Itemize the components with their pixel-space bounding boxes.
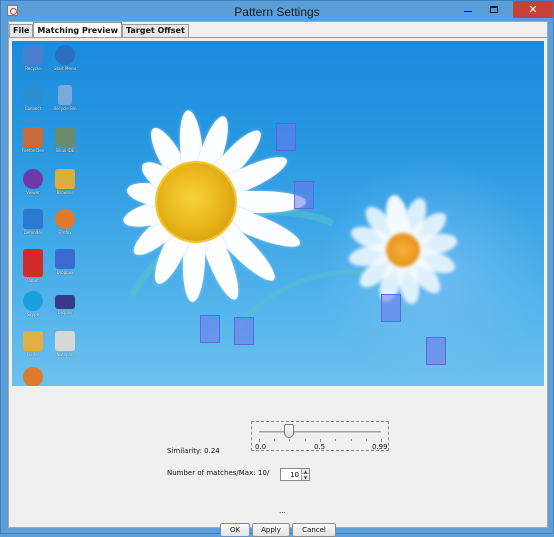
folder-icon xyxy=(23,127,43,147)
slider-tick xyxy=(320,439,321,442)
media-icon xyxy=(23,169,43,189)
recycle-bin-icon xyxy=(58,85,72,105)
skype-icon xyxy=(23,291,43,311)
desktop-icon: Defender xyxy=(18,209,48,247)
close-button[interactable]: ✕ xyxy=(513,1,553,18)
match-highlight[interactable] xyxy=(234,317,254,345)
desktop-icon: Firefox xyxy=(50,209,80,247)
slider-max-label: 0.99 xyxy=(372,443,388,451)
document-icon xyxy=(55,331,75,351)
pattern-settings-window: Pattern Settings ✕ File Matching Preview… xyxy=(0,0,554,537)
slider-tick xyxy=(289,439,290,441)
slider-thumb[interactable] xyxy=(283,424,294,438)
desktop-icon: Firefox Dev xyxy=(18,127,48,165)
slider-tick xyxy=(351,439,352,441)
firefox-icon xyxy=(55,209,75,229)
spin-down-button[interactable]: ▼ xyxy=(301,475,309,480)
desktop-icon: Viewer xyxy=(18,169,48,207)
tab-target-offset[interactable]: Target Offset xyxy=(121,24,189,38)
app-icon xyxy=(23,45,43,65)
tab-file[interactable]: File xyxy=(9,24,34,38)
ok-button[interactable]: OK xyxy=(220,523,250,537)
lightning-icon xyxy=(55,45,75,65)
match-highlight[interactable] xyxy=(294,181,314,209)
max-matches-spinner[interactable]: ▲ ▼ xyxy=(280,468,310,481)
maximize-button[interactable] xyxy=(481,1,507,18)
screen-icon xyxy=(55,295,75,309)
desktop-icon: Connect xyxy=(18,85,48,123)
desktop-icon: Recycle xyxy=(18,45,48,83)
box-icon xyxy=(55,249,75,269)
desktop-icon: Notepad xyxy=(50,331,80,369)
tab-matching-preview[interactable]: Matching Preview xyxy=(33,22,122,38)
slider-tick xyxy=(274,439,275,441)
matches-label: Number of matches/Max: xyxy=(167,469,256,477)
dialog-body: File Matching Preview Target Offset Recy… xyxy=(8,21,548,537)
desktop-icon: Browser xyxy=(50,169,80,207)
desktop-icon xyxy=(18,367,48,386)
desktop-icon: Start Menu xyxy=(50,45,80,83)
matching-preview-panel: Recycle Start Menu Connect Recycle Bin F… xyxy=(9,37,547,537)
similarity-label: Similarity: 0.24 xyxy=(167,447,220,455)
slider-tick xyxy=(366,439,367,441)
desktop-icon: Skype xyxy=(18,291,48,329)
close-icon: ✕ xyxy=(528,3,538,16)
apply-button[interactable]: Apply xyxy=(252,523,290,537)
desktop-icon: Folder xyxy=(18,331,48,369)
screenshot-preview: Recycle Start Menu Connect Recycle Bin F… xyxy=(12,41,544,386)
firefox-icon xyxy=(23,367,43,386)
slider-tick xyxy=(381,439,382,442)
mail-icon xyxy=(55,169,75,189)
shield-icon xyxy=(23,209,43,229)
robot-icon xyxy=(23,249,43,277)
match-highlight[interactable] xyxy=(200,315,220,343)
monitor-icon xyxy=(55,127,75,147)
slider-tick xyxy=(259,439,260,442)
status-text: ... xyxy=(279,507,286,515)
desktop-icon: Sikuli IDE xyxy=(50,127,80,165)
minimize-button[interactable] xyxy=(455,1,481,18)
slider-tick xyxy=(335,439,336,441)
desktop-icon: Dropbox xyxy=(50,249,80,287)
desktop-icon: Recycle Bin xyxy=(50,85,80,123)
title-bar[interactable]: Pattern Settings ✕ xyxy=(1,1,553,21)
match-highlight[interactable] xyxy=(276,123,296,151)
slider-mid-label: 0.5 xyxy=(314,443,326,451)
match-highlight[interactable] xyxy=(381,294,401,322)
desktop-icon: Robot xyxy=(18,249,48,287)
spin-up-button[interactable]: ▲ xyxy=(301,469,309,474)
similarity-slider[interactable]: 0.0 0.5 0.99 xyxy=(251,421,389,451)
tab-strip: File Matching Preview Target Offset xyxy=(9,22,189,38)
desktop-icon: Display xyxy=(50,291,80,329)
minimize-icon xyxy=(464,11,472,12)
matches-count: 10/ xyxy=(258,469,270,477)
match-highlight[interactable] xyxy=(426,337,446,365)
slider-min-label: 0.0 xyxy=(255,443,267,451)
feather-icon xyxy=(23,85,43,105)
folder-icon xyxy=(23,331,43,351)
cancel-button[interactable]: Cancel xyxy=(292,523,336,537)
maximize-icon xyxy=(490,6,498,13)
slider-track[interactable] xyxy=(259,431,381,433)
slider-tick xyxy=(305,439,306,441)
max-matches-input[interactable] xyxy=(282,469,300,480)
